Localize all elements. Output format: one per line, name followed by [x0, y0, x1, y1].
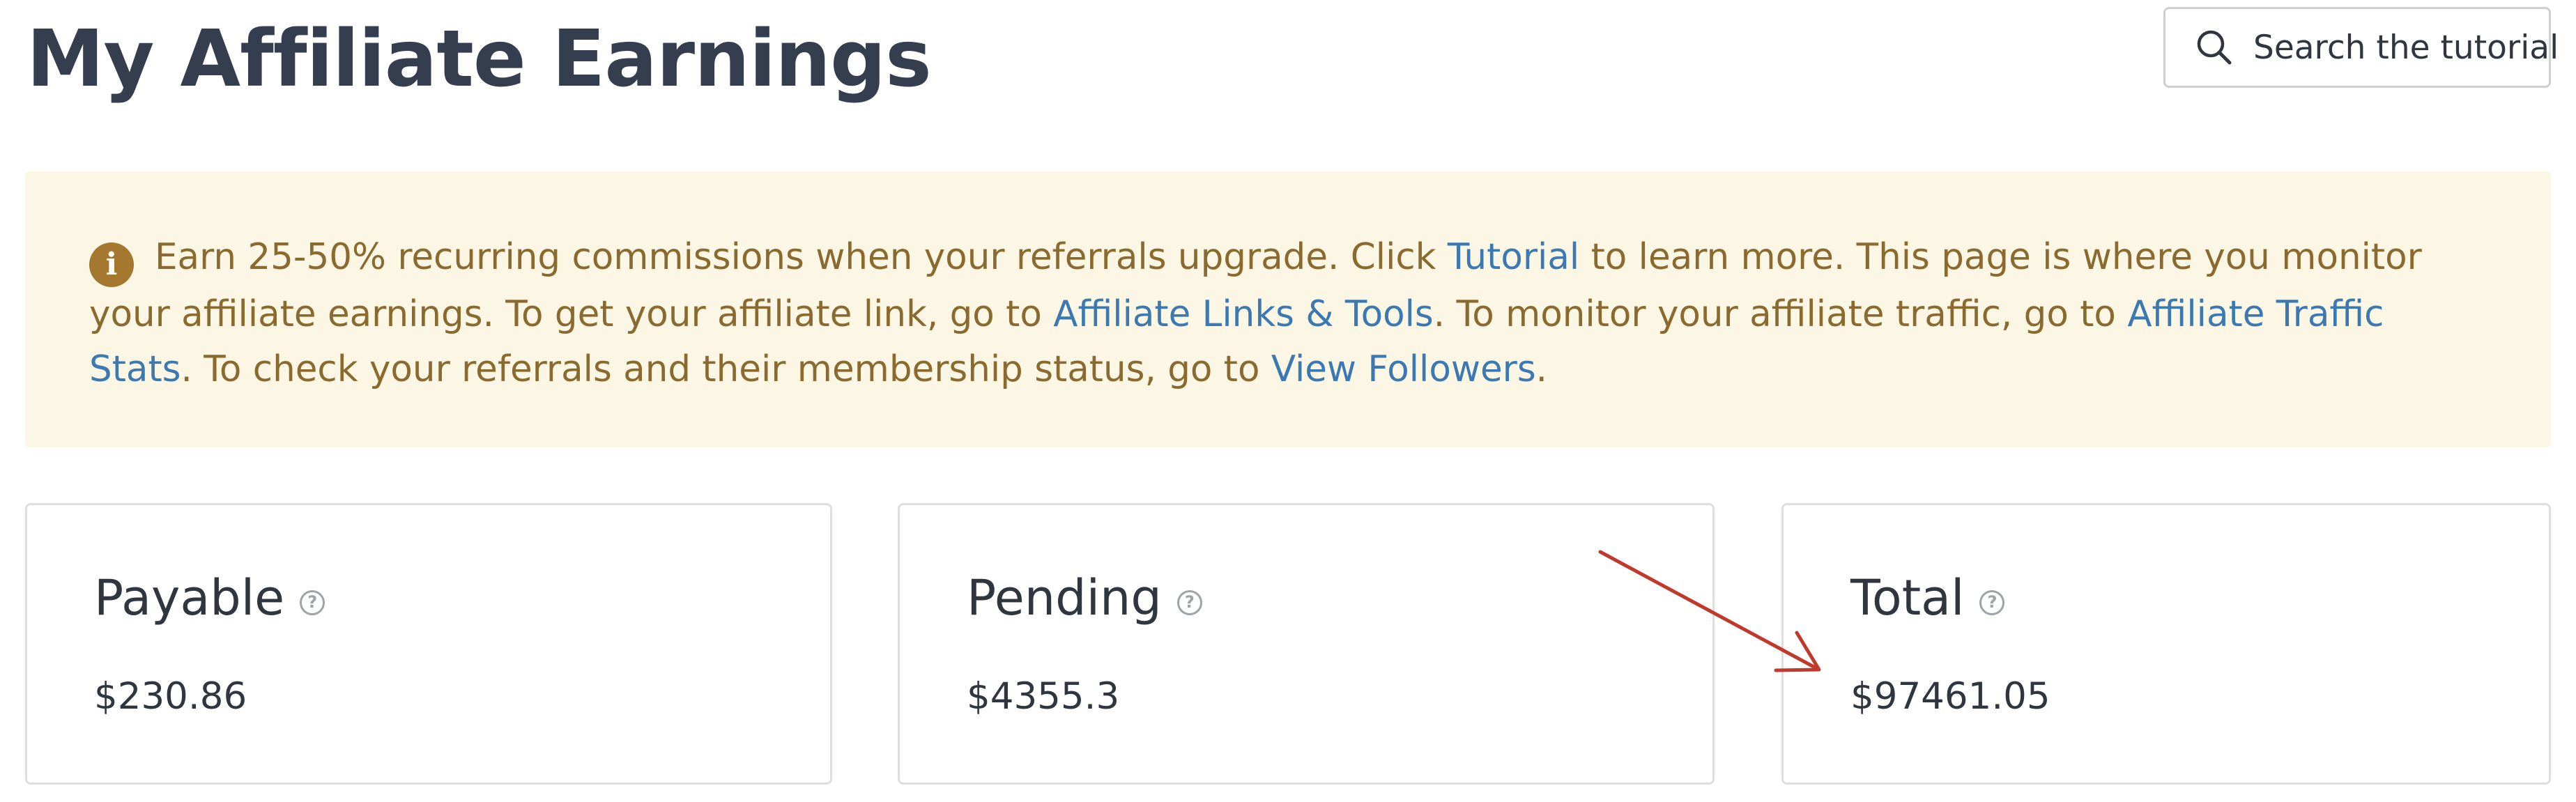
- info-notice: i Earn 25-50% recurring commissions when …: [25, 171, 2551, 447]
- view-followers-link[interactable]: View Followers: [1271, 348, 1536, 390]
- page-title: My Affiliate Earnings: [26, 14, 932, 105]
- payable-heading: Payable ?: [94, 566, 325, 629]
- total-heading: Total ?: [1850, 566, 2005, 629]
- notice-text: . To monitor your affiliate traffic, go …: [1433, 293, 2128, 335]
- payable-amount: $230.86: [94, 675, 247, 718]
- search-icon: [2195, 28, 2234, 67]
- payable-card: Payable ? $230.86: [25, 503, 832, 785]
- affiliate-links-tools-link[interactable]: Affiliate Links & Tools: [1053, 293, 1434, 335]
- pending-card: Pending ? $4355.3: [898, 503, 1715, 785]
- notice-text: Earn 25-50% recurring commissions when y…: [155, 236, 1448, 278]
- total-amount: $97461.05: [1850, 675, 2050, 718]
- question-circle-icon[interactable]: ?: [1979, 590, 2005, 615]
- total-label: Total: [1850, 569, 1965, 626]
- question-circle-icon[interactable]: ?: [300, 590, 325, 615]
- question-circle-icon[interactable]: ?: [1176, 590, 1202, 615]
- payable-label: Payable: [94, 569, 285, 626]
- notice-text: . To check your referrals and their memb…: [181, 348, 1271, 390]
- pending-heading: Pending ?: [967, 566, 1202, 629]
- info-icon: i: [89, 242, 134, 287]
- pending-amount: $4355.3: [967, 675, 1120, 718]
- tutorial-link[interactable]: Tutorial: [1448, 236, 1579, 278]
- search-tutorial-button[interactable]: Search the tutorial: [2163, 7, 2559, 88]
- total-card: Total ? $97461.05: [1781, 503, 2551, 785]
- search-label: Search the tutorial: [2253, 28, 2559, 67]
- pending-label: Pending: [967, 569, 1162, 626]
- notice-text: .: [1535, 348, 1548, 390]
